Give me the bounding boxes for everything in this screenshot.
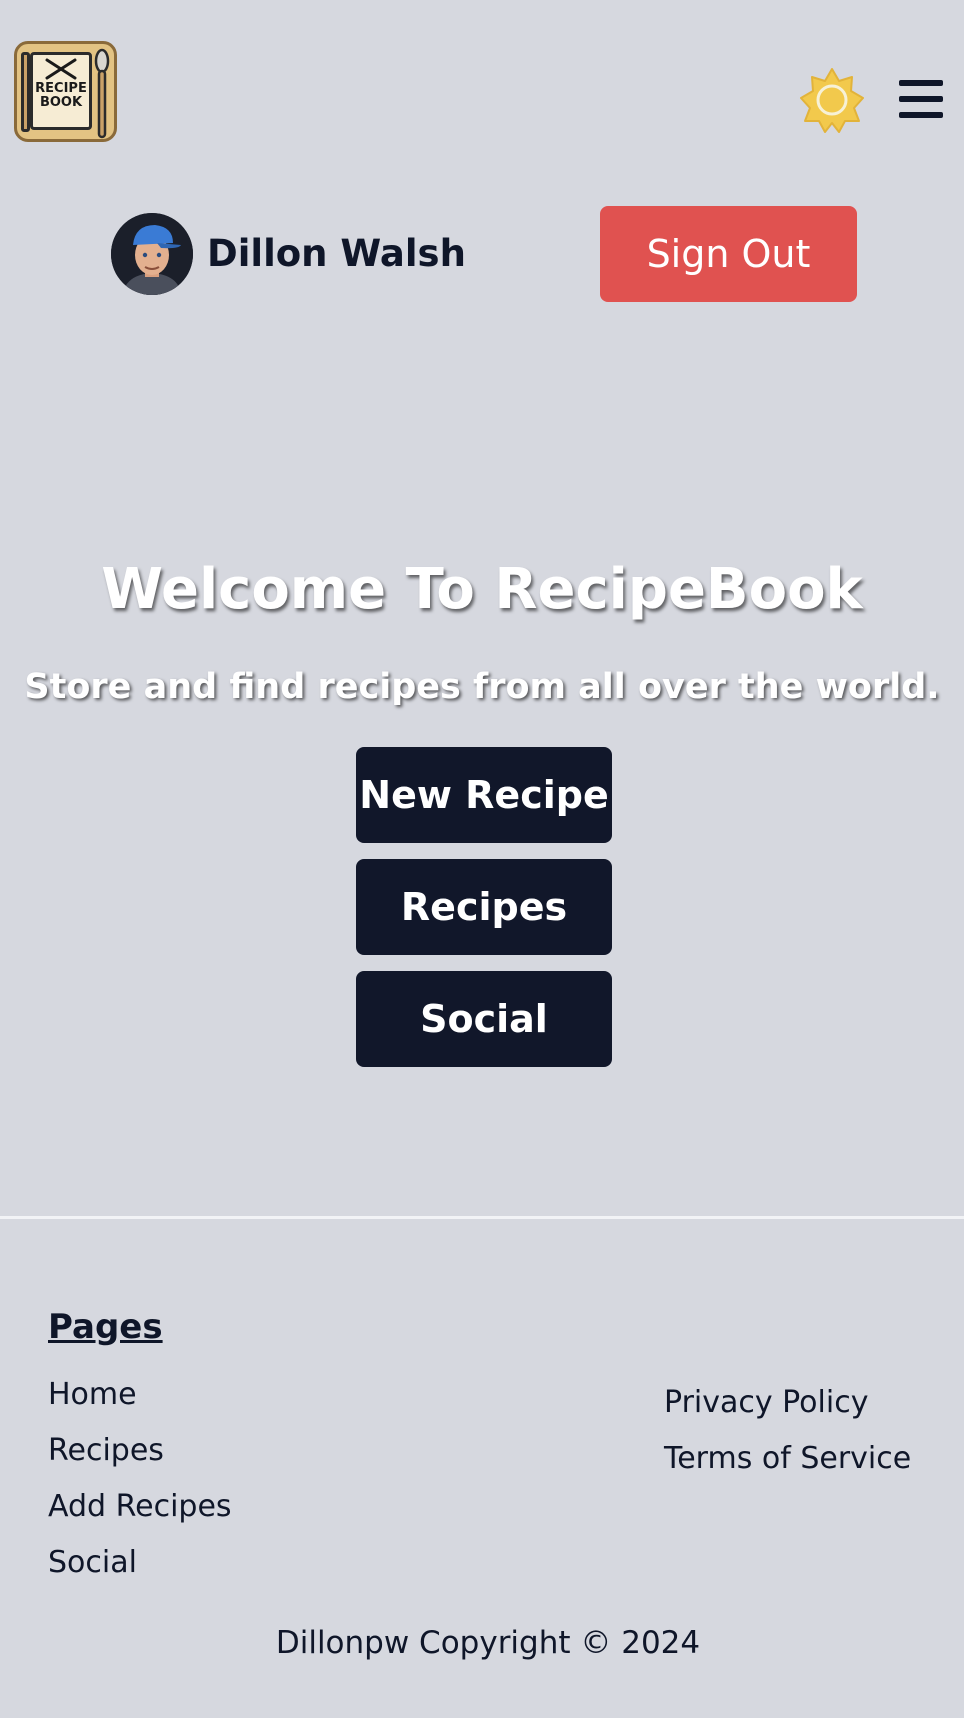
footer-link-add-recipes[interactable]: Add Recipes <box>48 1485 232 1529</box>
footer-divider <box>0 1216 964 1219</box>
recipebook-logo[interactable]: RECIPE BOOK <box>14 41 117 142</box>
hero-title: Welcome To RecipeBook <box>101 557 863 622</box>
footer-link-privacy-policy[interactable]: Privacy Policy <box>664 1381 868 1425</box>
hamburger-menu-icon[interactable] <box>899 78 943 120</box>
recipes-button[interactable]: Recipes <box>356 859 612 955</box>
sign-out-button[interactable]: Sign Out <box>600 206 857 302</box>
sun-icon <box>800 68 864 133</box>
footer-link-home[interactable]: Home <box>48 1373 137 1417</box>
new-recipe-button[interactable]: New Recipe <box>356 747 612 843</box>
theme-toggle-button[interactable] <box>799 67 865 133</box>
fork-knife-icon <box>45 58 77 80</box>
social-button[interactable]: Social <box>356 971 612 1067</box>
menu-bar <box>899 80 943 86</box>
menu-bar <box>899 112 943 118</box>
avatar <box>111 213 193 295</box>
menu-bar <box>899 96 943 102</box>
page: RECIPE BOOK Dillon Walsh Sign Out Welcom… <box>0 0 964 1718</box>
user-name: Dillon Walsh <box>207 232 466 275</box>
hero-subtitle: Store and find recipes from all over the… <box>24 667 940 707</box>
user-avatar-illustration <box>111 213 193 295</box>
logo-book-spine <box>21 52 30 132</box>
footer-copyright: Dillonpw Copyright © 2024 <box>275 1625 701 1661</box>
footer-link-terms-of-service[interactable]: Terms of Service <box>664 1437 911 1481</box>
spoon-icon <box>94 48 110 139</box>
footer-link-social[interactable]: Social <box>48 1541 137 1585</box>
logo-text: RECIPE BOOK <box>35 81 87 110</box>
footer-link-recipes[interactable]: Recipes <box>48 1429 164 1473</box>
footer-pages-heading: Pages <box>48 1307 163 1347</box>
